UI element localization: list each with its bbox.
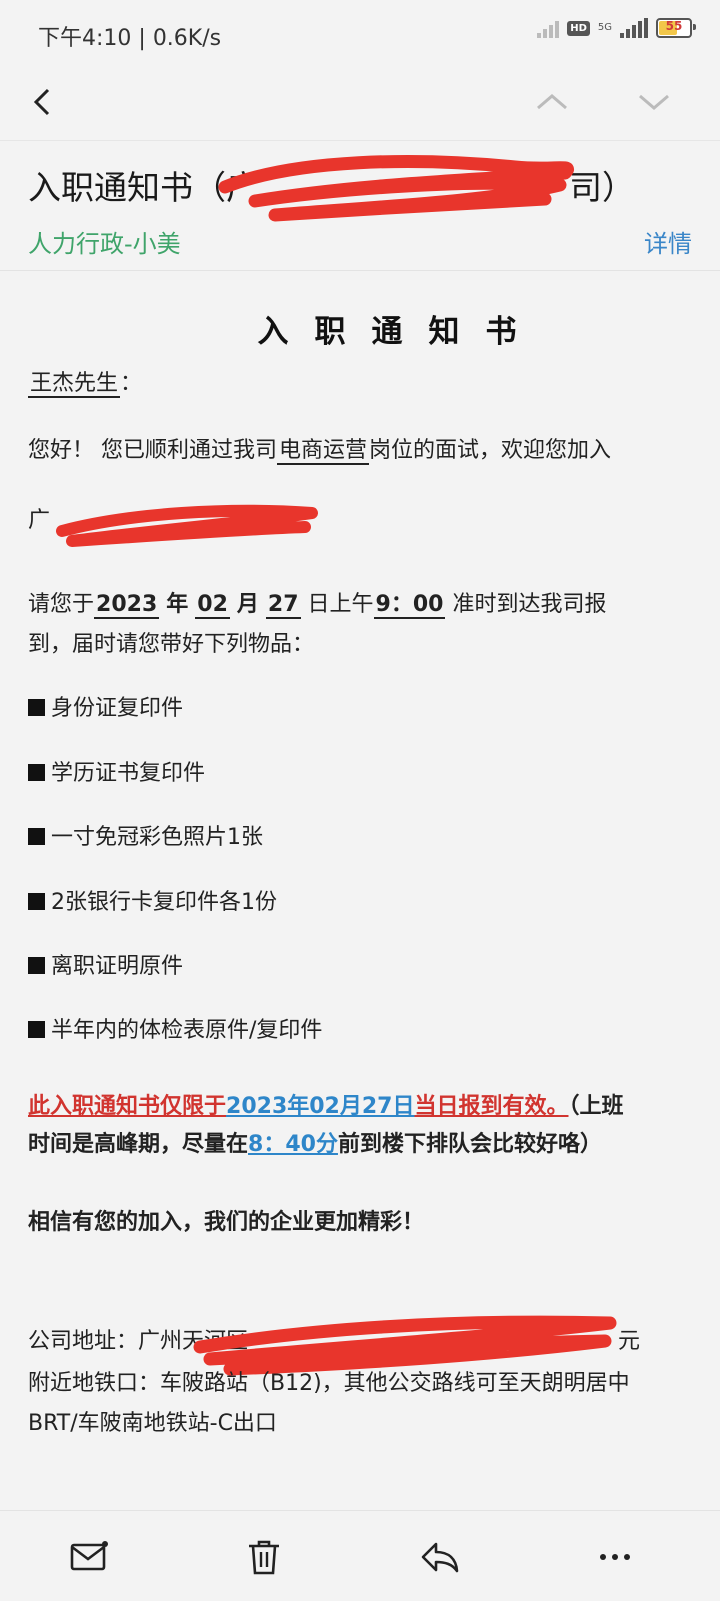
- greeting: 王杰先生：: [28, 371, 143, 398]
- list-item: 离职证明原件: [28, 949, 183, 985]
- position-name: 电商运营: [277, 438, 370, 465]
- report-year: 2023: [94, 592, 160, 619]
- network-type: 5G: [597, 22, 612, 33]
- battery-level: 55: [665, 19, 683, 33]
- metro-line-1: 附近地铁口：车陂路站（B12)，其他公交路线可至天朗明居中: [28, 1371, 630, 1396]
- valid-date: 2023年02月27日: [226, 1094, 415, 1119]
- bullet-icon: [28, 764, 45, 781]
- chevron-up-icon[interactable]: [530, 80, 574, 124]
- note-line: 时间是高峰期，尽量在8：40分前到楼下排队会比较好咯）: [28, 1132, 602, 1157]
- bullet-icon: [28, 828, 45, 845]
- list-item: 学历证书复印件: [28, 756, 205, 792]
- list-item: 一寸免冠彩色照片1张: [28, 820, 263, 856]
- bullet-icon: [28, 699, 45, 716]
- signal-1-icon: [537, 18, 560, 38]
- status-bar: 下午4:10 | 0.6K/s HD 5G 55: [0, 0, 720, 70]
- status-time: 下午4:10: [38, 26, 132, 51]
- nav-bar: [0, 70, 720, 140]
- network-speed: 0.6K/s: [152, 26, 222, 51]
- arrival-time: 8：40分: [248, 1132, 338, 1157]
- report-time: 9：00: [373, 592, 446, 619]
- closing-line: 相信有您的加入，我们的企业更加精彩！: [28, 1210, 425, 1235]
- report-month: 02: [195, 592, 230, 619]
- more-icon[interactable]: [593, 1535, 637, 1579]
- report-day: 27: [265, 592, 301, 619]
- details-link[interactable]: 详情: [644, 224, 692, 259]
- metro-line-2: BRT/车陂南地铁站-C出口: [28, 1411, 277, 1436]
- hd-badge: HD: [567, 20, 590, 36]
- status-left: 下午4:10 | 0.6K/s: [38, 26, 222, 51]
- mail-header: 入职通知书（广 司） 人力行政-小美 详情: [0, 140, 720, 271]
- list-item: 半年内的体检表原件/复印件: [28, 1013, 322, 1049]
- chevron-down-icon[interactable]: [632, 80, 676, 124]
- recipient-name: 王杰先生: [28, 371, 121, 398]
- back-icon[interactable]: [22, 80, 66, 124]
- document-title: 入职通知书: [257, 314, 543, 350]
- list-item: 身份证复印件: [28, 691, 183, 727]
- intro-line: 您好！ 您已顺利通过我司电商运营岗位的面试，欢迎您加入: [28, 438, 612, 465]
- mail-icon[interactable]: [67, 1535, 111, 1579]
- bullet-icon: [28, 1021, 45, 1038]
- trash-icon[interactable]: [242, 1535, 286, 1579]
- address-line: 公司地址：广州天河区元: [28, 1329, 641, 1354]
- signal-2-icon: [620, 18, 648, 38]
- mail-body: 入职通知书 王杰先生： 您好！ 您已顺利通过我司电商运营岗位的面试，欢迎您加入 …: [0, 270, 720, 1511]
- company-line: 广司。: [28, 508, 315, 533]
- list-item: 2张银行卡复印件各1份: [28, 885, 277, 921]
- report-date-line: 请您于2023 年 02 月 27 日上午9：00 准时到达我司报: [28, 592, 607, 619]
- battery-icon: 55: [656, 18, 696, 38]
- status-icons: HD 5G 55: [537, 18, 696, 38]
- bullet-icon: [28, 957, 45, 974]
- validity-line: 此入职通知书仅限于2023年02月27日当日报到有效。（上班: [28, 1094, 624, 1119]
- reply-icon[interactable]: [418, 1535, 462, 1579]
- report-line-2: 到，届时请您带好下列物品：: [28, 632, 315, 657]
- bottom-toolbar: [0, 1510, 720, 1601]
- mail-subject: 入职通知书（广 司）: [28, 168, 635, 207]
- sender-name[interactable]: 人力行政-小美: [28, 224, 181, 259]
- bullet-icon: [28, 893, 45, 910]
